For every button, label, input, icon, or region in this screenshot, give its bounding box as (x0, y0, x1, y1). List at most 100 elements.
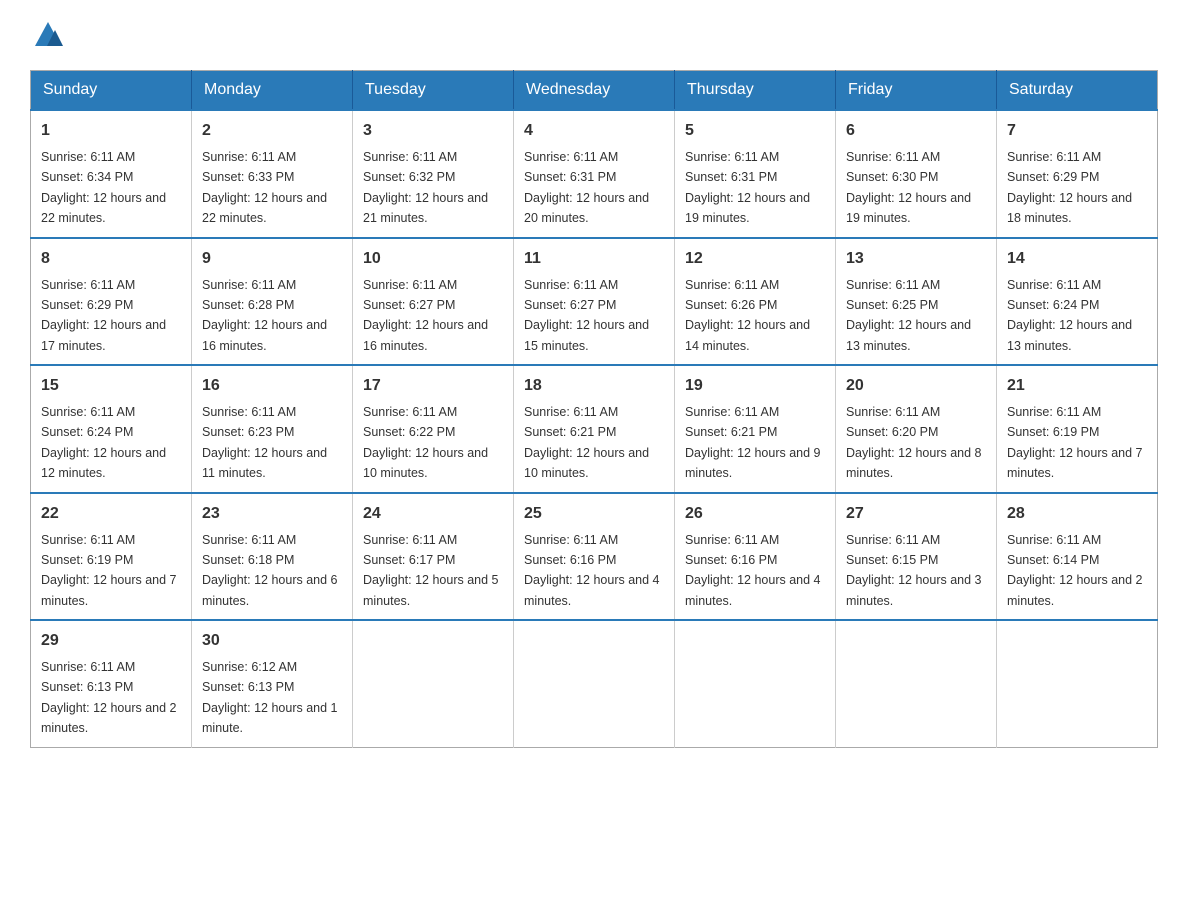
calendar-header-tuesday: Tuesday (353, 71, 514, 111)
day-info: Sunrise: 6:11 AMSunset: 6:23 PMDaylight:… (202, 405, 327, 480)
calendar-cell: 26 Sunrise: 6:11 AMSunset: 6:16 PMDaylig… (675, 493, 836, 621)
calendar-week-row: 22 Sunrise: 6:11 AMSunset: 6:19 PMDaylig… (31, 493, 1158, 621)
day-info: Sunrise: 6:11 AMSunset: 6:16 PMDaylight:… (524, 533, 660, 608)
day-info: Sunrise: 6:11 AMSunset: 6:32 PMDaylight:… (363, 150, 488, 225)
logo (30, 20, 66, 50)
calendar-cell: 9 Sunrise: 6:11 AMSunset: 6:28 PMDayligh… (192, 238, 353, 366)
day-info: Sunrise: 6:11 AMSunset: 6:17 PMDaylight:… (363, 533, 499, 608)
calendar-cell (675, 620, 836, 747)
day-number: 26 (685, 502, 825, 526)
calendar-cell: 15 Sunrise: 6:11 AMSunset: 6:24 PMDaylig… (31, 365, 192, 493)
day-info: Sunrise: 6:11 AMSunset: 6:29 PMDaylight:… (1007, 150, 1132, 225)
day-info: Sunrise: 6:11 AMSunset: 6:21 PMDaylight:… (685, 405, 821, 480)
calendar-cell (353, 620, 514, 747)
calendar-cell: 12 Sunrise: 6:11 AMSunset: 6:26 PMDaylig… (675, 238, 836, 366)
calendar-header-monday: Monday (192, 71, 353, 111)
day-info: Sunrise: 6:11 AMSunset: 6:21 PMDaylight:… (524, 405, 649, 480)
calendar-cell: 1 Sunrise: 6:11 AMSunset: 6:34 PMDayligh… (31, 110, 192, 238)
logo-icon (33, 20, 63, 50)
day-info: Sunrise: 6:12 AMSunset: 6:13 PMDaylight:… (202, 660, 338, 735)
day-number: 14 (1007, 247, 1147, 271)
day-info: Sunrise: 6:11 AMSunset: 6:27 PMDaylight:… (524, 278, 649, 353)
calendar-cell (836, 620, 997, 747)
calendar-cell: 3 Sunrise: 6:11 AMSunset: 6:32 PMDayligh… (353, 110, 514, 238)
calendar-cell: 16 Sunrise: 6:11 AMSunset: 6:23 PMDaylig… (192, 365, 353, 493)
calendar-body: 1 Sunrise: 6:11 AMSunset: 6:34 PMDayligh… (31, 110, 1158, 747)
day-number: 23 (202, 502, 342, 526)
calendar-cell: 8 Sunrise: 6:11 AMSunset: 6:29 PMDayligh… (31, 238, 192, 366)
calendar-cell: 17 Sunrise: 6:11 AMSunset: 6:22 PMDaylig… (353, 365, 514, 493)
day-number: 24 (363, 502, 503, 526)
calendar-cell (514, 620, 675, 747)
calendar-cell: 27 Sunrise: 6:11 AMSunset: 6:15 PMDaylig… (836, 493, 997, 621)
day-info: Sunrise: 6:11 AMSunset: 6:31 PMDaylight:… (685, 150, 810, 225)
day-number: 19 (685, 374, 825, 398)
calendar-cell: 19 Sunrise: 6:11 AMSunset: 6:21 PMDaylig… (675, 365, 836, 493)
day-number: 17 (363, 374, 503, 398)
calendar-cell: 22 Sunrise: 6:11 AMSunset: 6:19 PMDaylig… (31, 493, 192, 621)
calendar-cell: 29 Sunrise: 6:11 AMSunset: 6:13 PMDaylig… (31, 620, 192, 747)
calendar-cell: 11 Sunrise: 6:11 AMSunset: 6:27 PMDaylig… (514, 238, 675, 366)
calendar-cell: 4 Sunrise: 6:11 AMSunset: 6:31 PMDayligh… (514, 110, 675, 238)
day-number: 10 (363, 247, 503, 271)
day-info: Sunrise: 6:11 AMSunset: 6:15 PMDaylight:… (846, 533, 982, 608)
day-number: 6 (846, 119, 986, 143)
day-info: Sunrise: 6:11 AMSunset: 6:16 PMDaylight:… (685, 533, 821, 608)
calendar-cell: 28 Sunrise: 6:11 AMSunset: 6:14 PMDaylig… (997, 493, 1158, 621)
day-number: 2 (202, 119, 342, 143)
day-info: Sunrise: 6:11 AMSunset: 6:19 PMDaylight:… (41, 533, 177, 608)
day-info: Sunrise: 6:11 AMSunset: 6:28 PMDaylight:… (202, 278, 327, 353)
calendar-cell: 2 Sunrise: 6:11 AMSunset: 6:33 PMDayligh… (192, 110, 353, 238)
day-number: 11 (524, 247, 664, 271)
header (30, 20, 1158, 50)
day-info: Sunrise: 6:11 AMSunset: 6:27 PMDaylight:… (363, 278, 488, 353)
day-number: 20 (846, 374, 986, 398)
calendar-cell: 13 Sunrise: 6:11 AMSunset: 6:25 PMDaylig… (836, 238, 997, 366)
calendar-week-row: 1 Sunrise: 6:11 AMSunset: 6:34 PMDayligh… (31, 110, 1158, 238)
calendar-cell: 30 Sunrise: 6:12 AMSunset: 6:13 PMDaylig… (192, 620, 353, 747)
day-number: 27 (846, 502, 986, 526)
day-number: 7 (1007, 119, 1147, 143)
calendar-cell: 7 Sunrise: 6:11 AMSunset: 6:29 PMDayligh… (997, 110, 1158, 238)
calendar-header-wednesday: Wednesday (514, 71, 675, 111)
day-info: Sunrise: 6:11 AMSunset: 6:20 PMDaylight:… (846, 405, 982, 480)
calendar-header-sunday: Sunday (31, 71, 192, 111)
calendar-week-row: 15 Sunrise: 6:11 AMSunset: 6:24 PMDaylig… (31, 365, 1158, 493)
calendar-cell: 6 Sunrise: 6:11 AMSunset: 6:30 PMDayligh… (836, 110, 997, 238)
calendar-cell (997, 620, 1158, 747)
calendar-cell: 21 Sunrise: 6:11 AMSunset: 6:19 PMDaylig… (997, 365, 1158, 493)
calendar-week-row: 8 Sunrise: 6:11 AMSunset: 6:29 PMDayligh… (31, 238, 1158, 366)
day-number: 8 (41, 247, 181, 271)
calendar-cell: 14 Sunrise: 6:11 AMSunset: 6:24 PMDaylig… (997, 238, 1158, 366)
day-number: 18 (524, 374, 664, 398)
day-number: 16 (202, 374, 342, 398)
day-number: 9 (202, 247, 342, 271)
day-info: Sunrise: 6:11 AMSunset: 6:29 PMDaylight:… (41, 278, 166, 353)
day-info: Sunrise: 6:11 AMSunset: 6:13 PMDaylight:… (41, 660, 177, 735)
day-number: 25 (524, 502, 664, 526)
day-number: 22 (41, 502, 181, 526)
calendar-cell: 20 Sunrise: 6:11 AMSunset: 6:20 PMDaylig… (836, 365, 997, 493)
day-number: 30 (202, 629, 342, 653)
day-info: Sunrise: 6:11 AMSunset: 6:24 PMDaylight:… (1007, 278, 1132, 353)
calendar-cell: 25 Sunrise: 6:11 AMSunset: 6:16 PMDaylig… (514, 493, 675, 621)
calendar-cell: 5 Sunrise: 6:11 AMSunset: 6:31 PMDayligh… (675, 110, 836, 238)
calendar-header-saturday: Saturday (997, 71, 1158, 111)
day-info: Sunrise: 6:11 AMSunset: 6:34 PMDaylight:… (41, 150, 166, 225)
day-info: Sunrise: 6:11 AMSunset: 6:26 PMDaylight:… (685, 278, 810, 353)
day-number: 12 (685, 247, 825, 271)
day-number: 3 (363, 119, 503, 143)
calendar-cell: 10 Sunrise: 6:11 AMSunset: 6:27 PMDaylig… (353, 238, 514, 366)
day-info: Sunrise: 6:11 AMSunset: 6:31 PMDaylight:… (524, 150, 649, 225)
calendar-header-thursday: Thursday (675, 71, 836, 111)
calendar-header-friday: Friday (836, 71, 997, 111)
day-number: 4 (524, 119, 664, 143)
calendar-cell: 24 Sunrise: 6:11 AMSunset: 6:17 PMDaylig… (353, 493, 514, 621)
day-number: 1 (41, 119, 181, 143)
calendar-cell: 23 Sunrise: 6:11 AMSunset: 6:18 PMDaylig… (192, 493, 353, 621)
day-info: Sunrise: 6:11 AMSunset: 6:33 PMDaylight:… (202, 150, 327, 225)
day-info: Sunrise: 6:11 AMSunset: 6:19 PMDaylight:… (1007, 405, 1143, 480)
calendar-header-row: SundayMondayTuesdayWednesdayThursdayFrid… (31, 71, 1158, 111)
day-number: 13 (846, 247, 986, 271)
calendar-cell: 18 Sunrise: 6:11 AMSunset: 6:21 PMDaylig… (514, 365, 675, 493)
